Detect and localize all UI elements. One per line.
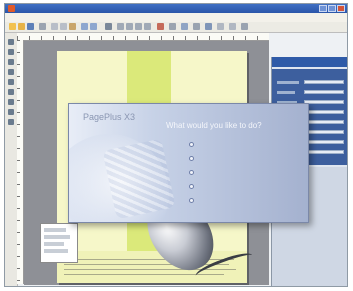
panel-field[interactable] — [304, 80, 344, 84]
panel-field[interactable] — [304, 150, 344, 154]
picture-tool-icon[interactable] — [8, 89, 14, 95]
panel-field[interactable] — [304, 110, 344, 114]
paste-icon[interactable] — [69, 23, 76, 30]
tutorial-icon — [189, 197, 194, 203]
design-icon — [189, 155, 194, 161]
picture-icon[interactable] — [217, 23, 224, 30]
pointer-tool-icon[interactable] — [8, 39, 14, 45]
rotate-tool-icon[interactable] — [8, 49, 14, 55]
crop-tool-icon[interactable] — [8, 59, 14, 65]
small-table-frame[interactable] — [40, 223, 78, 263]
toolbar — [5, 22, 347, 33]
align-left-icon[interactable] — [126, 23, 133, 30]
layout-icon[interactable] — [169, 23, 176, 30]
wizard-option-3[interactable] — [189, 168, 200, 176]
brand-name: PagePlus — [83, 112, 122, 122]
undo-icon[interactable] — [81, 23, 88, 30]
line-tool-icon[interactable] — [8, 99, 14, 105]
vertical-ruler[interactable] — [17, 40, 24, 284]
brand-logo: PagePlus X3 — [83, 112, 135, 122]
table-icon[interactable] — [205, 23, 212, 30]
help-icon[interactable] — [241, 23, 248, 30]
save-icon[interactable] — [27, 23, 34, 30]
table-tool-icon[interactable] — [8, 79, 14, 85]
create-icon — [189, 169, 194, 175]
horizontal-ruler[interactable] — [17, 33, 269, 41]
close-button[interactable] — [337, 5, 345, 12]
panel-field[interactable] — [304, 90, 344, 94]
print-icon[interactable] — [39, 23, 46, 30]
brand-version: X3 — [124, 112, 136, 122]
open-icon — [189, 183, 194, 189]
shape-tool-icon[interactable] — [8, 109, 14, 115]
open-icon[interactable] — [18, 23, 25, 30]
zoom-tool-icon[interactable] — [8, 119, 14, 125]
align-right-icon[interactable] — [144, 23, 151, 30]
sparkle-icon — [189, 141, 194, 147]
app-icon — [8, 5, 15, 12]
panel-header[interactable] — [272, 57, 347, 67]
shape-icon[interactable] — [193, 23, 200, 30]
panel-field[interactable] — [304, 140, 344, 144]
redo-icon[interactable] — [90, 23, 97, 30]
panel-field[interactable] — [304, 100, 344, 104]
color-icon[interactable] — [157, 23, 164, 30]
line-icon[interactable] — [181, 23, 188, 30]
dialog-heading: What would you like to do? — [166, 121, 262, 130]
title-bar[interactable] — [5, 4, 347, 13]
panel-field[interactable] — [304, 130, 344, 134]
text-icon[interactable] — [117, 23, 124, 30]
wizard-option-1[interactable] — [189, 140, 200, 148]
panel-field[interactable] — [304, 120, 344, 124]
align-center-icon[interactable] — [135, 23, 142, 30]
arrange-icon[interactable] — [229, 23, 236, 30]
minimize-button[interactable] — [319, 5, 327, 12]
app-window: PagePlus X3 What would you like to do? — [4, 3, 348, 287]
wizard-option-5[interactable] — [189, 196, 200, 204]
text-tool-icon[interactable] — [8, 69, 14, 75]
startup-wizard-dialog: PagePlus X3 What would you like to do? — [68, 103, 309, 223]
wizard-option-2[interactable] — [189, 154, 200, 162]
wizard-option-4[interactable] — [189, 182, 200, 190]
new-icon[interactable] — [9, 23, 16, 30]
maximize-button[interactable] — [328, 5, 336, 12]
cut-icon[interactable] — [51, 23, 58, 30]
copy-icon[interactable] — [60, 23, 67, 30]
zoom-icon[interactable] — [105, 23, 112, 30]
